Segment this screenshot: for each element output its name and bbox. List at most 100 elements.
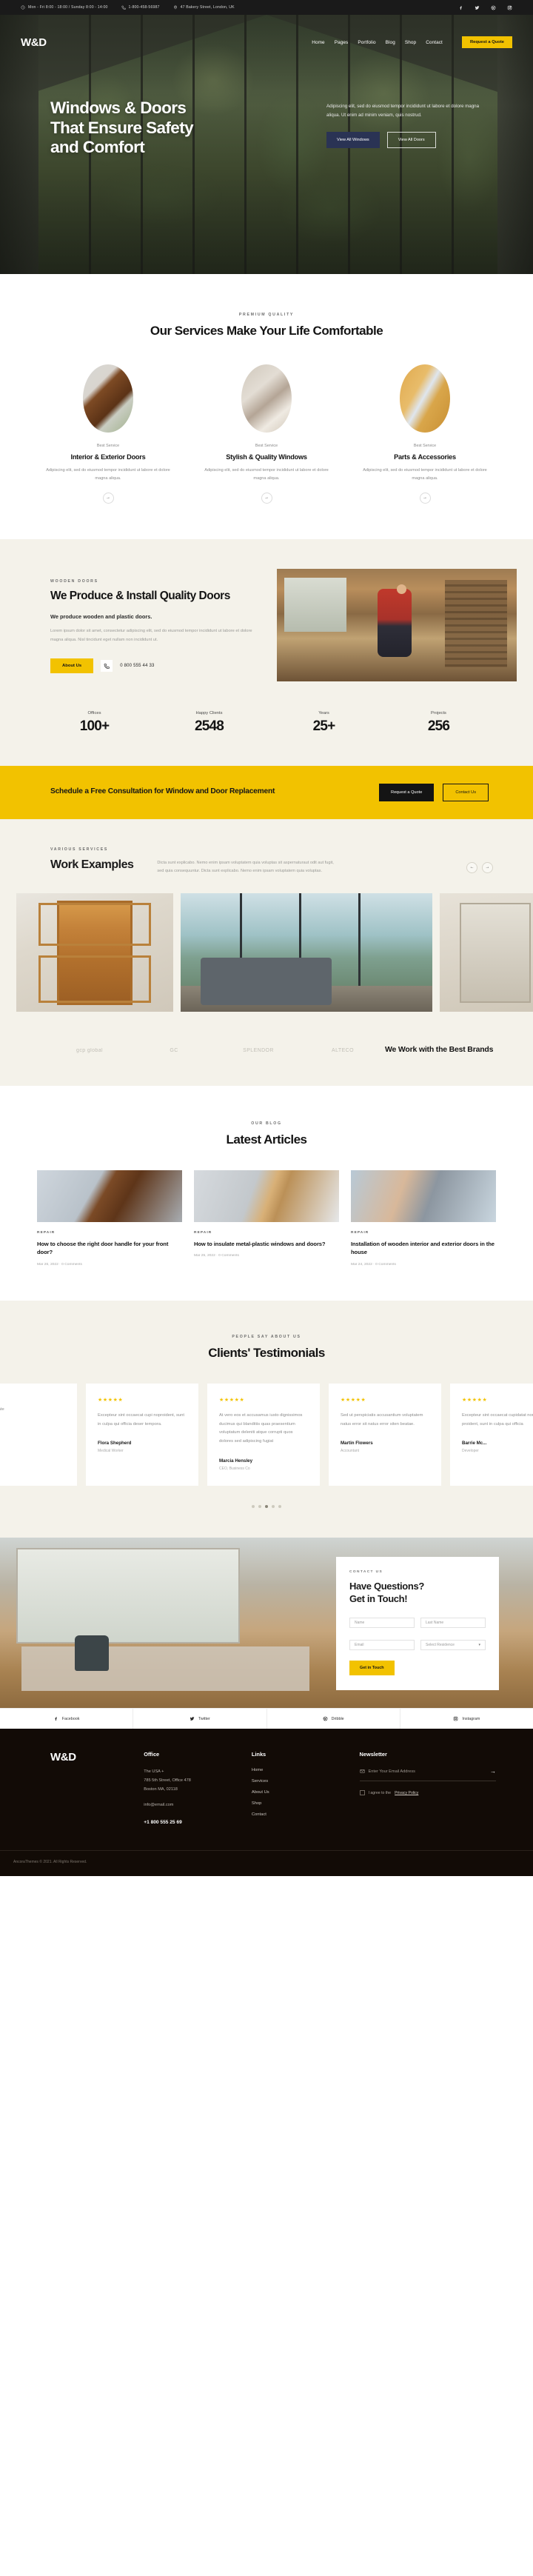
nav-item-shop[interactable]: Shop (405, 40, 416, 45)
social-link-facebook[interactable]: Facebook (0, 1709, 134, 1729)
services-grid: Best Service Interior & Exterior Doors A… (37, 364, 496, 504)
brands-section: gcp global GC SPLENDOR ALTECO We Work wi… (0, 1044, 533, 1087)
logo[interactable]: W&D (21, 36, 47, 49)
blog-card[interactable]: REPAIR Installation of wooden interior a… (351, 1169, 496, 1267)
contact-section: CONTACT US Have Questions? Get in Touch!… (0, 1538, 533, 1709)
view-all-windows-button[interactable]: View All Windows (326, 132, 380, 149)
blog-post-title[interactable]: Installation of wooden interior and exte… (351, 1240, 496, 1257)
footer-logo[interactable]: W&D (50, 1751, 144, 1828)
request-quote-button[interactable]: Request a Quote (461, 36, 512, 48)
nav-item-contact[interactable]: Contact (426, 40, 443, 45)
footer-link-home[interactable]: Home (252, 1768, 360, 1772)
contact-name-row: Name Last Name (349, 1618, 486, 1629)
arrow-right-icon[interactable]: → (102, 492, 114, 504)
get-in-touch-button[interactable]: Get in Touch (349, 1661, 395, 1676)
nav-item-home[interactable]: Home (312, 40, 324, 45)
carousel-dot[interactable] (258, 1505, 261, 1509)
twitter-icon[interactable] (474, 4, 480, 10)
testimonial-role: Medical Worker (98, 1449, 124, 1454)
carousel-dot-active[interactable] (265, 1505, 268, 1509)
arrow-right-icon[interactable]: → (419, 492, 431, 504)
carousel-dot[interactable] (278, 1505, 281, 1509)
blog-category[interactable]: REPAIR (194, 1231, 339, 1235)
social-link-dribbble[interactable]: Dribble (267, 1709, 400, 1729)
site-header: W&D Home Pages Portfolio Blog Shop Conta… (0, 30, 533, 55)
facebook-icon (55, 1717, 57, 1721)
testimonial-card: ★★★★★ Sed ut perspiciatis accusantium vo… (329, 1383, 441, 1486)
service-card[interactable]: Best Service Interior & Exterior Doors A… (37, 364, 179, 504)
cta-request-quote-button[interactable]: Request a Quote (379, 783, 435, 801)
email-field[interactable]: Email (349, 1640, 415, 1651)
blog-grid: REPAIR How to choose the right door hand… (37, 1169, 496, 1267)
nav-item-pages[interactable]: Pages (335, 40, 349, 45)
produce-phone[interactable]: 0 800 555 44 33 (120, 664, 154, 668)
nav-item-portfolio[interactable]: Portfolio (358, 40, 375, 45)
opening-hours: Mon - Fri 8:00 - 18:00 / Sunday 8:00 - 1… (21, 5, 108, 10)
blog-post-title[interactable]: How to insulate metal-plastic windows an… (194, 1240, 339, 1249)
newsletter-email-input[interactable]: Enter Your Email Address (369, 1769, 486, 1774)
blog-category[interactable]: REPAIR (351, 1231, 496, 1235)
footer-links-column: Links Home Services About Us Shop Contac… (252, 1751, 360, 1828)
footer-phone[interactable]: +1 800 555 25 69 (144, 1818, 252, 1828)
privacy-policy-link[interactable]: Privacy Policy (395, 1791, 418, 1795)
carousel-prev-icon[interactable]: ← (466, 861, 477, 873)
blog-card[interactable]: REPAIR How to choose the right door hand… (37, 1169, 182, 1267)
cta-contact-us-button[interactable]: Contact Us (443, 783, 489, 801)
testimonial-card: lor in voluptate (0, 1383, 77, 1486)
newsletter-input-row[interactable]: Enter Your Email Address → (359, 1768, 496, 1782)
blog-category[interactable]: REPAIR (37, 1231, 182, 1235)
dribbble-icon (323, 1716, 327, 1721)
arrow-right-icon[interactable]: → (261, 492, 272, 504)
nav-item-blog[interactable]: Blog (386, 40, 395, 45)
footer-office-column: Office The USA + 785 5th Street, Office … (144, 1751, 252, 1828)
brand-logo-gc: GC (170, 1047, 178, 1053)
newsletter-submit-arrow-icon[interactable]: → (490, 1768, 496, 1775)
instagram-icon[interactable] (506, 4, 512, 10)
work-carousel-track[interactable] (0, 893, 533, 1012)
residence-select[interactable]: Select Residence ▾ (420, 1640, 486, 1651)
work-slide[interactable] (181, 893, 432, 1012)
testimonial-card: ★★★★★ Excepteur sint occaecat cupidatat … (450, 1383, 533, 1486)
service-card[interactable]: Best Service Stylish & Quality Windows A… (195, 364, 338, 504)
carousel-dots[interactable] (0, 1505, 533, 1509)
footer-copyright: AncoraThemes © 2021. All Rights Reserved… (0, 1850, 533, 1876)
rating-stars: ★★★★★ (341, 1397, 366, 1403)
social-link-twitter[interactable]: Twitter (133, 1709, 267, 1729)
footer-office-line3: Boston MA, 02118 (144, 1786, 178, 1792)
main-nav: Home Pages Portfolio Blog Shop Contact R… (312, 36, 512, 48)
instagram-icon (454, 1716, 458, 1721)
blog-image (194, 1169, 339, 1222)
footer-link-services[interactable]: Services (252, 1779, 360, 1783)
work-slide[interactable] (16, 893, 173, 1012)
service-card[interactable]: Best Service Parts & Accessories Adipisc… (354, 364, 496, 504)
name-field[interactable]: Name (349, 1618, 415, 1629)
phone-info[interactable]: 1-800-458-56987 (121, 5, 160, 10)
brand-logo-alteco: ALTECO (332, 1047, 354, 1053)
footer-link-shop[interactable]: Shop (252, 1801, 360, 1806)
social-label: Dribble (331, 1716, 344, 1721)
facebook-icon[interactable] (457, 4, 463, 10)
footer-office-line1: The USA + (144, 1769, 164, 1775)
work-slide[interactable] (440, 893, 533, 1012)
clock-icon (21, 5, 25, 10)
view-all-doors-button[interactable]: View All Doors (386, 132, 436, 149)
blog-post-title[interactable]: How to choose the right door handle for … (37, 1240, 182, 1257)
footer-link-about-us[interactable]: About Us (252, 1790, 360, 1795)
about-us-button[interactable]: About Us (50, 658, 94, 673)
cta-title: Schedule a Free Consultation for Window … (50, 787, 275, 796)
carousel-dot[interactable] (272, 1505, 275, 1509)
blog-image (351, 1169, 496, 1222)
produce-copy: WOODEN DOORS We Produce & Install Qualit… (37, 569, 259, 673)
blog-card[interactable]: REPAIR How to insulate metal-plastic win… (194, 1169, 339, 1267)
social-link-instagram[interactable]: Instagram (400, 1709, 533, 1729)
footer-link-contact[interactable]: Contact (252, 1812, 360, 1817)
carousel-dot[interactable] (252, 1505, 255, 1509)
newsletter-consent[interactable]: I agree to the Privacy Policy (359, 1790, 496, 1796)
carousel-next-icon[interactable]: → (482, 861, 493, 873)
footer-email[interactable]: info@email.com (144, 1801, 252, 1810)
dribbble-icon[interactable] (490, 4, 496, 10)
lastname-field[interactable]: Last Name (420, 1618, 486, 1629)
consent-checkbox[interactable] (359, 1790, 365, 1796)
testimonials-track[interactable]: lor in voluptate ★★★★★ Excepteur sint oc… (0, 1383, 533, 1486)
service-image-windows (241, 364, 292, 433)
